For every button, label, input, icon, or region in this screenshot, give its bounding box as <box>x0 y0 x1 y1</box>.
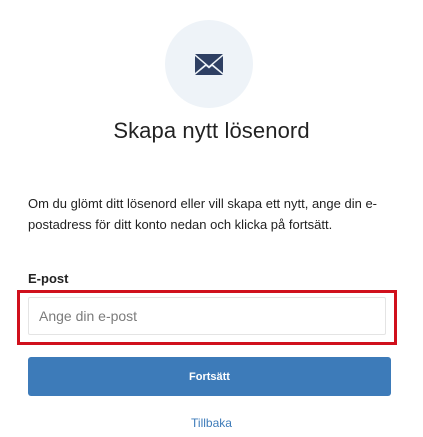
envelope-icon <box>195 54 223 75</box>
back-link[interactable]: Tillbaka <box>0 416 423 430</box>
email-input[interactable] <box>28 297 386 335</box>
envelope-icon-badge <box>165 20 253 108</box>
email-label: E-post <box>28 271 69 286</box>
continue-button[interactable]: Fortsätt <box>28 357 391 396</box>
page-title: Skapa nytt lösenord <box>113 118 310 143</box>
reset-password-page: Skapa nytt lösenord Om du glömt ditt lös… <box>0 0 423 437</box>
instructions-text: Om du glömt ditt lösenord eller vill ska… <box>28 196 378 232</box>
